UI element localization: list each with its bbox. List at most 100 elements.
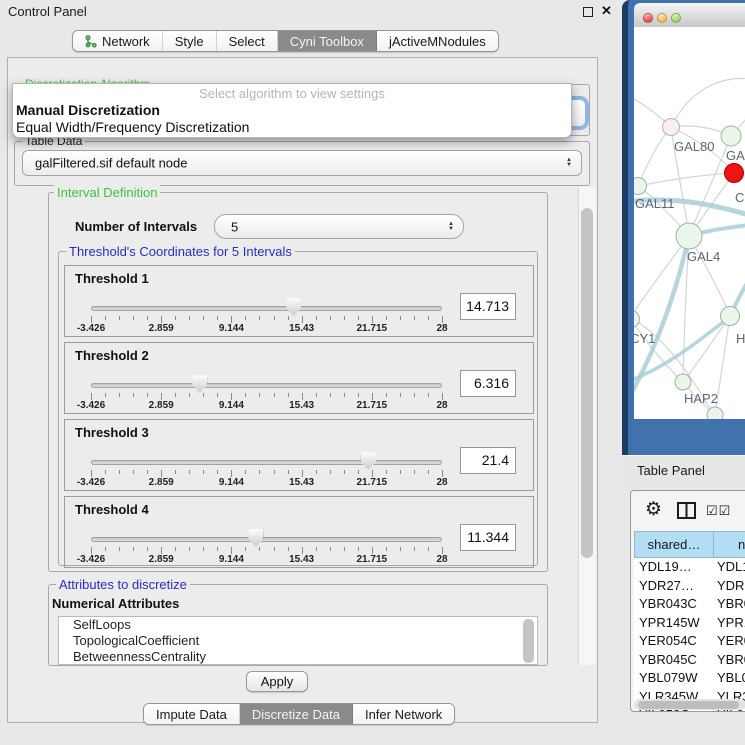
num-intervals-value: 5 (231, 219, 238, 234)
tab-label: Style (175, 34, 204, 49)
tick-mark (428, 393, 429, 397)
tick-label: -3.426 (77, 477, 105, 488)
tab-network[interactable]: Network (73, 31, 163, 51)
interval-fieldset-title: Interval Definition (54, 185, 160, 200)
threshold-label: Threshold 2 (75, 348, 149, 363)
tick-mark (400, 547, 401, 551)
tick-mark (231, 470, 232, 477)
minimize-traffic-icon[interactable] (657, 13, 667, 23)
network-node-red-node[interactable] (725, 164, 744, 183)
tick-mark (288, 470, 289, 474)
split-columns-icon[interactable] (677, 502, 696, 519)
float-window-icon[interactable] (583, 7, 593, 17)
tab-discretize-data[interactable]: Discretize Data (240, 704, 353, 724)
attribute-list-item[interactable]: BetweennessCentrality (59, 649, 537, 665)
attribute-list-item[interactable]: TopologicalCoefficient (59, 633, 537, 649)
list-scrollbar-thumb[interactable] (523, 619, 534, 663)
tick-mark (414, 547, 415, 551)
algorithm-option[interactable]: Equal Width/Frequency Discretization (16, 119, 249, 135)
tick-mark (175, 316, 176, 320)
network-node-top-right[interactable] (721, 126, 741, 146)
network-edge[interactable] (671, 78, 745, 127)
network-tab-icon (85, 35, 97, 48)
tick-label: 28 (436, 323, 447, 334)
threshold-slider-thumb[interactable] (192, 375, 207, 393)
threshold-value-field[interactable]: 21.4 (460, 447, 516, 474)
tick-label: 21.715 (357, 323, 388, 334)
tick-label: 15.43 (289, 477, 314, 488)
close-traffic-icon[interactable] (643, 13, 653, 23)
network-canvas[interactable]: GAL80GACGAL11GAL4GCY1HHAP2 (634, 27, 745, 419)
table-row[interactable]: YDL19…YDL1… (634, 558, 745, 577)
threshold-slider-thumb[interactable] (286, 298, 301, 316)
tick-mark (231, 316, 232, 323)
threshold-value-field[interactable]: 14.713 (460, 293, 516, 320)
attribute-list-item[interactable]: SelfLoops (59, 617, 537, 633)
table-row[interactable]: YBL079WYBL0… (634, 669, 745, 688)
threshold-value-field[interactable]: 6.316 (460, 370, 516, 397)
network-edge[interactable] (638, 127, 671, 186)
network-node-HAP2[interactable] (675, 374, 691, 390)
table-data-combobox[interactable]: galFiltered.sif default node ▲▼ (22, 150, 582, 176)
table-panel-title: Table Panel (637, 463, 705, 478)
network-node-GAL4[interactable] (676, 223, 702, 249)
table-row[interactable]: YER054CYER0… (634, 632, 745, 651)
tick-mark (259, 547, 260, 551)
tab-jactivemnodules[interactable]: jActiveMNodules (377, 31, 498, 51)
table-row[interactable]: YBR045CYBR0… (634, 651, 745, 670)
threshold-slider-track[interactable] (91, 460, 442, 465)
tick-mark (119, 470, 120, 474)
network-node-right-H[interactable] (721, 307, 740, 326)
tick-mark (330, 547, 331, 551)
tick-mark (231, 393, 232, 400)
node-table-window: ⚙ ☑☑ shared…n… YDL19…YDL1…YDR27…YDR2…YBR… (630, 490, 745, 712)
network-window-titlebar[interactable] (634, 3, 745, 27)
tick-mark (217, 393, 218, 397)
table-cell: YBR0… (713, 651, 745, 670)
network-node-bottom-node[interactable] (707, 407, 723, 419)
tick-label: 9.144 (219, 323, 244, 334)
network-edge[interactable] (638, 173, 734, 186)
algorithm-option[interactable]: Manual Discretization (16, 102, 160, 118)
threshold-slider-track[interactable] (91, 537, 442, 542)
threshold-slider-thumb[interactable] (248, 529, 263, 547)
zoom-traffic-icon[interactable] (671, 13, 681, 23)
network-node-GAL80[interactable] (663, 119, 680, 136)
tab-infer-network[interactable]: Infer Network (353, 704, 454, 724)
threshold-slider-track[interactable] (91, 383, 442, 388)
num-intervals-combobox[interactable]: 5 ▲▼ (214, 214, 464, 239)
main-scrollbar-thumb[interactable] (581, 208, 593, 558)
apply-button[interactable]: Apply (246, 671, 308, 692)
network-node-GCY1[interactable] (634, 311, 640, 328)
threshold-slider-thumb[interactable] (361, 452, 376, 470)
network-edge-thick[interactable] (634, 319, 727, 383)
threshold-value-field[interactable]: 11.344 (460, 524, 516, 551)
tab-style[interactable]: Style (163, 31, 217, 51)
table-hscrollbar-thumb[interactable] (638, 701, 739, 709)
column-header[interactable]: n… (713, 531, 745, 558)
table-cell: YBR045C (634, 651, 713, 670)
tab-impute-data[interactable]: Impute Data (144, 704, 240, 724)
tick-mark (105, 393, 106, 397)
tick-mark (133, 393, 134, 397)
close-icon[interactable]: ✕ (601, 3, 612, 19)
threshold-slider-track[interactable] (91, 306, 442, 311)
tick-mark (302, 470, 303, 477)
tab-cyni-toolbox[interactable]: Cyni Toolbox (278, 31, 377, 51)
column-header[interactable]: shared… (634, 531, 713, 558)
table-row[interactable]: YBR043CYBR0… (634, 595, 745, 614)
tab-select[interactable]: Select (217, 31, 278, 51)
gear-icon[interactable]: ⚙ (645, 498, 662, 521)
tick-mark (91, 393, 92, 400)
tick-mark (358, 316, 359, 320)
table-row[interactable]: YPR145WYPR1… (634, 614, 745, 633)
network-node-GAL11[interactable] (634, 178, 647, 195)
table-row[interactable]: YDR27…YDR2… (634, 577, 745, 596)
table-cell: YDL1… (713, 558, 745, 577)
tick-mark (161, 393, 162, 400)
tick-mark (316, 470, 317, 474)
numerical-attributes-list[interactable]: SelfLoopsTopologicalCoefficientBetweenne… (58, 616, 538, 665)
tick-label: -3.426 (77, 400, 105, 411)
checkbox-icons[interactable]: ☑☑ (706, 503, 731, 519)
table-hscrollbar-track[interactable] (634, 699, 745, 710)
